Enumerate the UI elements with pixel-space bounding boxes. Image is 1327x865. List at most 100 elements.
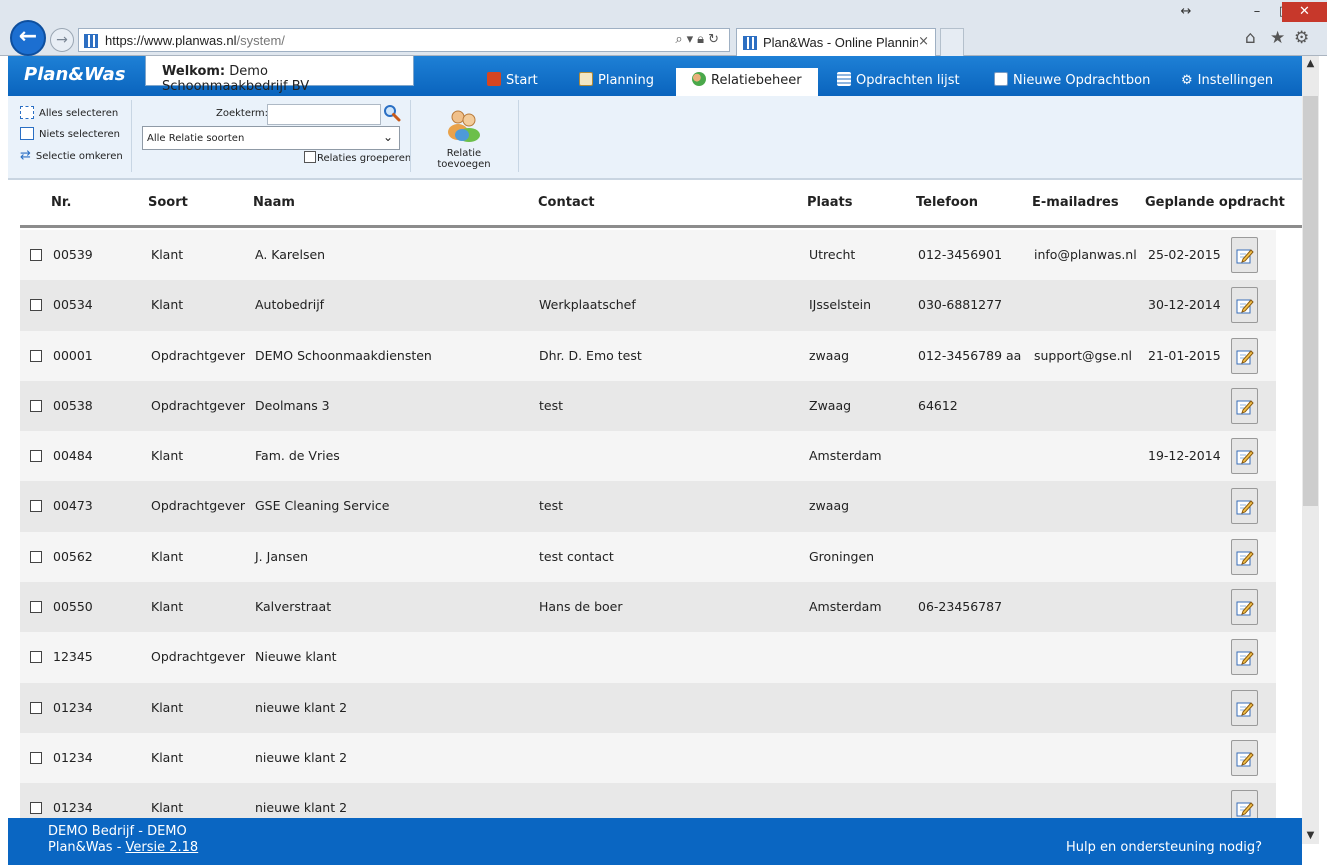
row-checkbox[interactable] [30, 701, 42, 714]
table-row: 00539 Klant A. Karelsen Utrecht 012-3456… [20, 230, 1276, 281]
cell-naam: Nieuwe klant [255, 649, 337, 665]
column-header-plaats[interactable]: Plaats [807, 195, 852, 210]
edit-button[interactable] [1231, 689, 1258, 726]
edit-button[interactable] [1231, 287, 1258, 324]
dropdown-icon[interactable]: ▾ [687, 32, 698, 47]
edit-button[interactable] [1231, 488, 1258, 525]
nav-tab-nieuwe-opdrachtbon[interactable]: Nieuwe Opdrachtbon [994, 68, 1150, 96]
favorites-star-icon[interactable]: ★ [1270, 28, 1285, 48]
scroll-down-icon[interactable]: ▼ [1302, 828, 1319, 844]
address-tools: ⌕▾🔒︎↻ [675, 32, 723, 47]
table-row: 00550 Klant Kalverstraat Hans de boer Am… [20, 582, 1276, 633]
edit-button[interactable] [1231, 739, 1258, 776]
cell-gepland: 25-02-2015 [1148, 247, 1221, 262]
edit-pencil-icon [1236, 349, 1254, 365]
column-header-naam[interactable]: Naam [253, 195, 295, 210]
column-header-telefoon[interactable]: Telefoon [916, 195, 978, 210]
forward-button[interactable]: → [50, 28, 74, 52]
row-checkbox[interactable] [30, 601, 42, 614]
nav-tab-start[interactable]: Start [487, 68, 538, 96]
edit-button[interactable] [1231, 538, 1258, 575]
window-restore-button[interactable]: ↔ [1176, 2, 1196, 22]
cell-naam: DEMO Schoonmaakdiensten [255, 347, 432, 363]
row-checkbox[interactable] [30, 751, 42, 764]
nav-tab-instellingen[interactable]: ⚙ Instellingen [1181, 68, 1273, 96]
edit-button[interactable] [1231, 639, 1258, 676]
row-checkbox[interactable] [30, 802, 42, 815]
lock-icon[interactable]: 🔒︎ [697, 32, 708, 47]
welcome-label: Welkom: [162, 64, 226, 79]
cell-gepland: 21-01-2015 [1148, 347, 1221, 363]
app-logo: Plan&Was [24, 64, 126, 85]
row-checkbox[interactable] [30, 651, 42, 664]
row-checkbox[interactable] [30, 249, 42, 261]
search-label: Zoekterm: [216, 108, 269, 119]
table-row: 12345 Opdrachtgever Nieuwe klant [20, 632, 1276, 683]
scroll-up-icon[interactable]: ▲ [1302, 56, 1319, 72]
edit-button[interactable] [1231, 337, 1258, 374]
column-header-contact[interactable]: Contact [538, 195, 595, 210]
window-minimize-button[interactable]: – [1244, 2, 1270, 22]
row-checkbox[interactable] [30, 550, 42, 563]
edit-button[interactable] [1231, 237, 1258, 273]
toolbar: Alles selecteren Niets selecteren ⇄ Selec… [8, 96, 1302, 180]
column-header-email[interactable]: E-mailadres [1032, 195, 1119, 210]
select-all-button[interactable]: Alles selecteren [20, 106, 118, 119]
browser-tab[interactable]: Plan&Was - Online Plannin... × [736, 28, 936, 56]
column-header-nr[interactable]: Nr. [51, 195, 71, 210]
relation-type-select[interactable]: Alle Relatie soorten ⌄ [142, 126, 400, 150]
gear-icon: ⚙ [1181, 73, 1193, 88]
row-checkbox[interactable] [30, 500, 42, 513]
nav-tab-opdrachten-lijst[interactable]: Opdrachten lijst [837, 68, 960, 96]
edit-pencil-icon [1236, 752, 1254, 767]
refresh-icon[interactable]: ↻ [708, 32, 723, 47]
table-header: Nr. Soort Naam Contact Plaats Telefoon E… [20, 188, 1302, 228]
cell-naam: nieuwe klant 2 [255, 749, 348, 765]
group-relations-checkbox[interactable] [304, 151, 316, 163]
help-link[interactable]: Hulp en ondersteuning nodig? [1066, 840, 1262, 855]
edit-button[interactable] [1231, 438, 1258, 475]
table-row: 00001 Opdrachtgever DEMO Schoonmaakdiens… [20, 330, 1276, 381]
search-icon[interactable] [383, 104, 401, 122]
select-none-button[interactable]: Niets selecteren [20, 127, 120, 140]
new-tab-button[interactable] [940, 28, 964, 56]
tab-close-icon[interactable]: × [918, 34, 929, 49]
row-checkbox[interactable] [30, 299, 42, 312]
people-icon [692, 72, 706, 86]
edit-button[interactable] [1231, 589, 1258, 626]
home-icon[interactable]: ⌂ [1245, 28, 1256, 48]
vertical-scrollbar[interactable]: ▲ ▼ [1302, 56, 1319, 844]
version-link[interactable]: Versie 2.18 [126, 840, 199, 855]
row-checkbox[interactable] [30, 450, 42, 463]
table-row: 01234 Klant nieuwe klant 2 [20, 682, 1276, 733]
settings-gear-icon[interactable]: ⚙ [1294, 28, 1309, 48]
select-all-icon [20, 106, 34, 119]
column-header-geplande-opdracht[interactable]: Geplande opdracht [1145, 195, 1285, 210]
cell-naam: GSE Cleaning Service [255, 498, 390, 514]
address-bar[interactable]: https://www.planwas.nl/system/ ⌕▾🔒︎↻ [78, 28, 730, 52]
group-relations-toggle[interactable]: Relaties groeperen [304, 151, 411, 164]
window-close-button[interactable]: ✕ [1282, 2, 1327, 22]
cell-soort: Klant [151, 749, 184, 765]
table-row: 00484 Klant Fam. de Vries Amsterdam 19-1… [20, 431, 1276, 482]
edit-button[interactable] [1231, 387, 1258, 424]
cell-nr: 01234 [53, 699, 93, 715]
invert-selection-button[interactable]: ⇄ Selectie omkeren [20, 148, 123, 163]
nav-tab-planning[interactable]: Planning [579, 68, 654, 96]
back-button[interactable]: ← [10, 20, 46, 56]
column-header-soort[interactable]: Soort [148, 195, 188, 210]
scrollbar-thumb[interactable] [1303, 96, 1318, 506]
edit-pencil-icon [1236, 450, 1254, 465]
cell-plaats: Zwaag [809, 397, 852, 413]
search-icon[interactable]: ⌕ [675, 32, 686, 47]
add-relation-button[interactable]: Relatie toevoegen [419, 108, 509, 170]
row-checkbox[interactable] [30, 349, 42, 362]
browser-chrome: ↔ – □ ✕ ← → https://www.planwas.nl/syste… [0, 0, 1327, 56]
nav-tab-relatiebeheer[interactable]: Relatiebeheer [676, 68, 818, 96]
row-checkbox[interactable] [30, 399, 42, 412]
cell-gepland: 30-12-2014 [1148, 297, 1221, 313]
search-input[interactable] [267, 104, 381, 125]
cell-soort: Klant [151, 548, 184, 564]
edit-pencil-icon [1236, 601, 1254, 616]
table-row: 00473 Opdrachtgever GSE Cleaning Service… [20, 481, 1276, 532]
